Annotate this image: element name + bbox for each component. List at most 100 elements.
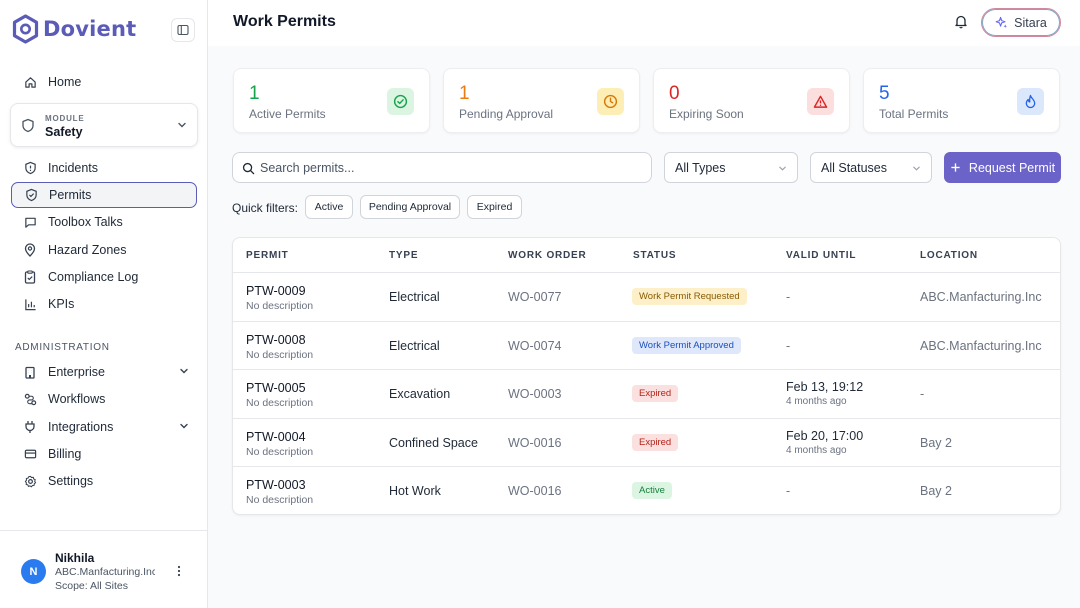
sidebar-item-label: Compliance Log	[48, 270, 139, 284]
search-field[interactable]	[232, 152, 652, 183]
message-square-icon	[23, 215, 37, 229]
avatar: N	[21, 559, 46, 584]
table-row[interactable]: PTW-0004 No description Confined Space W…	[233, 419, 1060, 467]
brand-name: Dovient	[43, 17, 137, 41]
brand-logo[interactable]: Dovient	[12, 14, 136, 44]
sidebar-item-home[interactable]: Home	[11, 69, 197, 95]
work-order[interactable]: WO-0016	[508, 484, 562, 498]
type-select[interactable]: All Types	[664, 152, 798, 183]
permit-description: No description	[246, 300, 314, 312]
sidebar-item-kpis[interactable]: KPIs	[11, 291, 197, 317]
search-input[interactable]	[260, 153, 640, 182]
work-order[interactable]: WO-0074	[508, 339, 562, 353]
dovient-logo-icon	[12, 14, 39, 44]
shield-check-icon	[24, 188, 38, 202]
column-header-permit[interactable]: PERMIT	[246, 250, 289, 261]
status-badge: Work Permit Requested	[632, 288, 747, 305]
sitara-assistant-button[interactable]: Sitara	[981, 8, 1061, 37]
clock-icon	[597, 88, 624, 115]
check-circle-icon	[387, 88, 414, 115]
work-order[interactable]: WO-0077	[508, 290, 562, 304]
status-select[interactable]: All Statuses	[810, 152, 932, 183]
work-order[interactable]: WO-0003	[508, 387, 562, 401]
sidebar-item-label: Home	[48, 75, 82, 89]
module-value: Safety	[45, 125, 83, 139]
sidebar-item-settings[interactable]: Settings	[11, 468, 197, 494]
work-order[interactable]: WO-0016	[508, 436, 562, 450]
permit-id[interactable]: PTW-0004	[246, 430, 306, 444]
sidebar-item-label: Billing	[48, 447, 82, 461]
sidebar-item-workflows[interactable]: Workflows	[11, 386, 197, 412]
valid-until-relative: 4 months ago	[786, 444, 847, 456]
table-row[interactable]: PTW-0003 No description Hot Work WO-0016…	[233, 467, 1060, 514]
stat-value: 1	[459, 83, 470, 104]
search-icon	[242, 162, 255, 175]
sidebar-item-incidents[interactable]: Incidents	[11, 155, 197, 181]
user-scope: Scope: All Sites	[55, 580, 128, 592]
quick-filter-active[interactable]: Active	[305, 195, 353, 219]
permit-type: Hot Work	[389, 484, 441, 498]
stat-label: Total Permits	[879, 107, 949, 121]
status-badge: Active	[632, 482, 672, 499]
sidebar-item-label: Hazard Zones	[48, 243, 127, 257]
sidebar-item-hazard-zones[interactable]: Hazard Zones	[11, 237, 197, 263]
valid-until: Feb 13, 19:12 4 months ago	[786, 380, 864, 407]
permit-id[interactable]: PTW-0009	[246, 284, 306, 298]
status-badge: Expired	[632, 433, 679, 451]
user-name: Nikhila	[55, 551, 95, 565]
permit-id[interactable]: PTW-0008	[246, 333, 306, 347]
table-row[interactable]: PTW-0005 No description Excavation WO-00…	[233, 370, 1060, 419]
workflow-icon	[23, 392, 37, 406]
sidebar-item-enterprise[interactable]: Enterprise	[11, 359, 197, 385]
user-organization: ABC.Manfacturing.Inc	[55, 566, 155, 578]
panel-left-icon	[177, 24, 189, 36]
module-selector[interactable]: MODULE Safety	[10, 103, 198, 147]
location: -	[920, 387, 925, 401]
quick-filter-expired[interactable]: Expired	[467, 195, 522, 219]
table-row[interactable]: PTW-0008 No description Electrical WO-00…	[233, 322, 1060, 370]
user-profile[interactable]: N Nikhila ABC.Manfacturing.Inc Scope: Al…	[0, 530, 207, 608]
permit-id[interactable]: PTW-0005	[246, 381, 306, 395]
valid-until-relative: 4 months ago	[786, 396, 847, 407]
permit-type: Confined Space	[389, 435, 478, 450]
bar-chart-icon	[23, 297, 37, 311]
sidebar-item-toolbox-talks[interactable]: Toolbox Talks	[11, 209, 197, 235]
more-vertical-icon[interactable]	[174, 564, 184, 578]
chevron-down-icon	[778, 164, 787, 173]
permit-type: Electrical	[389, 338, 440, 353]
column-header-type[interactable]: TYPE	[389, 250, 418, 261]
permit-id[interactable]: PTW-0003	[246, 478, 306, 492]
stat-label: Active Permits	[249, 107, 326, 121]
bell-icon[interactable]	[954, 14, 968, 29]
chevron-down-icon	[912, 164, 921, 173]
table-row[interactable]: PTW-0009 No description Electrical WO-00…	[233, 273, 1060, 322]
credit-card-icon	[23, 447, 37, 461]
stat-card-total-permits: 5 Total Permits	[863, 68, 1060, 133]
request-permit-label: Request Permit	[968, 160, 1056, 175]
stat-card-active-permits: 1 Active Permits	[233, 68, 430, 133]
sidebar-item-label: Permits	[49, 188, 92, 202]
sidebar-item-compliance-log[interactable]: Compliance Log	[11, 264, 197, 290]
building-icon	[23, 365, 37, 379]
valid-until: -	[786, 484, 791, 498]
sidebar-collapse-button[interactable]	[171, 18, 195, 42]
sidebar-item-permits[interactable]: Permits	[11, 182, 197, 208]
valid-until: -	[786, 338, 791, 353]
sparkles-icon	[995, 16, 1008, 29]
column-header-status[interactable]: STATUS	[633, 250, 676, 261]
sidebar-item-label: Settings	[48, 474, 94, 488]
location: Bay 2	[920, 435, 952, 450]
module-label: MODULE	[45, 114, 85, 123]
stat-label: Pending Approval	[459, 107, 554, 121]
sidebar-item-integrations[interactable]: Integrations	[11, 414, 197, 440]
sitara-label: Sitara	[1014, 15, 1047, 30]
column-header-work-order[interactable]: WORK ORDER	[508, 250, 587, 261]
request-permit-button[interactable]: Request Permit	[944, 152, 1061, 183]
map-pin-icon	[23, 243, 37, 257]
quick-filter-pending-approval[interactable]: Pending Approval	[360, 195, 460, 219]
column-header-location[interactable]: LOCATION	[920, 250, 978, 261]
sidebar-item-label: Integrations	[48, 420, 114, 434]
column-header-valid-until[interactable]: VALID UNTIL	[786, 250, 856, 261]
sidebar-item-billing[interactable]: Billing	[11, 441, 197, 467]
status-badge: Work Permit Approved	[632, 336, 741, 354]
